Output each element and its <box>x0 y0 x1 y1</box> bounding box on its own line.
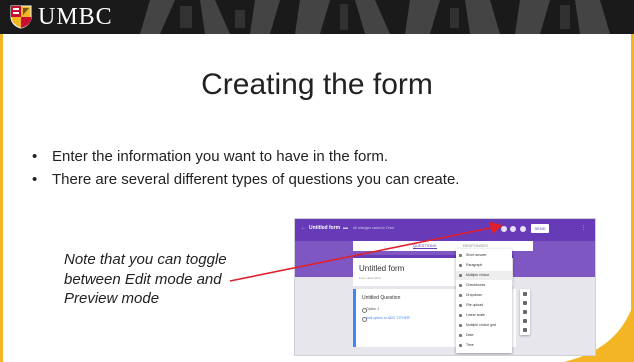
add-question-icon <box>523 292 527 296</box>
bullet-text: Enter the information you want to have i… <box>52 148 389 165</box>
header-banner: UMBC <box>0 0 634 34</box>
send-button: SEND <box>531 224 549 233</box>
question-title: Untitled Question <box>362 295 401 301</box>
menu-item-label: Date <box>466 333 474 337</box>
slide-title: Creating the form <box>201 68 433 101</box>
shield-icon <box>10 5 32 29</box>
linear-scale-icon <box>459 314 462 317</box>
menu-item: Multiple choice grid <box>456 321 512 330</box>
paragraph-icon <box>459 264 462 267</box>
question-side-toolbar <box>520 289 530 335</box>
note-text: Note that you can toggle between Edit mo… <box>64 251 227 307</box>
radio-button-icon <box>459 274 462 277</box>
dropdown-icon <box>459 294 462 297</box>
menu-item: Dropdown <box>456 291 512 300</box>
add-image-icon <box>523 310 527 314</box>
tab-questions: QUESTIONS <box>413 243 437 249</box>
slide: UMBC Creating the form • Enter the inform… <box>0 0 634 362</box>
add-video-icon <box>523 319 527 323</box>
menu-item: Date <box>456 331 512 340</box>
add-section-icon <box>523 328 527 332</box>
menu-item: Linear scale <box>456 311 512 320</box>
menu-item-label: Multiple choice <box>466 273 490 277</box>
menu-item-label: Checkboxes <box>466 283 486 287</box>
add-option: Add option or ADD "OTHER" <box>366 316 411 320</box>
option-item: Option 1 <box>366 307 380 311</box>
menu-item-label: Short answer <box>466 253 487 257</box>
menu-item: Checkboxes <box>456 281 512 290</box>
clock-icon <box>459 344 462 347</box>
menu-item-label: Linear scale <box>466 313 485 317</box>
menu-item: Short answer <box>456 251 512 260</box>
tab-responses: RESPONSES <box>463 243 488 248</box>
menu-item-label: Paragraph <box>466 263 483 267</box>
grid-icon <box>459 324 462 327</box>
menu-item-label: Dropdown <box>466 293 482 297</box>
upload-icon <box>459 304 462 307</box>
checkbox-icon <box>459 284 462 287</box>
menu-item: Time <box>456 341 512 350</box>
bullet-item: • Enter the information you want to have … <box>30 146 590 167</box>
back-arrow-icon: ← <box>301 225 306 231</box>
menu-item-label: Multiple choice grid <box>466 323 496 327</box>
folder-icon: ▬ <box>343 225 348 231</box>
more-vert-icon: ⋮ <box>581 225 586 231</box>
bullet-text: There are several different types of que… <box>52 171 460 188</box>
calendar-icon <box>459 334 462 337</box>
umbc-logo: UMBC <box>10 4 113 30</box>
menu-item-label: Time <box>466 343 474 347</box>
short-answer-icon <box>459 254 462 257</box>
preview-eye-icon <box>510 226 516 232</box>
form-description: Form description <box>359 276 382 280</box>
saved-status: All changes saved in Drive <box>353 226 395 230</box>
form-title: Untitled form <box>359 264 405 273</box>
forms-top-bar: ← Untitled form ▬ All changes saved in D… <box>295 219 595 241</box>
add-title-icon <box>523 301 527 305</box>
logo-text: UMBC <box>38 3 113 30</box>
bullet-list: • Enter the information you want to have … <box>30 146 590 192</box>
bullet-dot: • <box>32 148 38 165</box>
question-type-menu: Short answer Paragraph Multiple choice C… <box>456 249 512 353</box>
forms-app-title: Untitled form <box>309 225 341 231</box>
menu-item: Paragraph <box>456 261 512 270</box>
menu-item-selected: Multiple choice <box>456 271 512 280</box>
bullet-item: • There are several different types of qu… <box>30 169 590 190</box>
settings-gear-icon <box>520 226 526 232</box>
menu-item: File upload <box>456 301 512 310</box>
bullet-dot: • <box>32 171 38 188</box>
forms-screenshot: ← Untitled form ▬ All changes saved in D… <box>294 218 596 356</box>
palette-icon <box>501 226 507 232</box>
menu-item-label: File upload <box>466 303 484 307</box>
